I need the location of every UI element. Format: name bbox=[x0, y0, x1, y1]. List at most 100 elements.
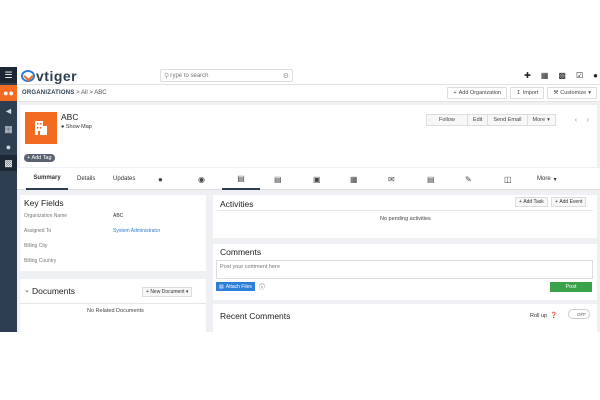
plus-icon: + bbox=[453, 90, 457, 96]
organization-name-value[interactable]: ABC bbox=[113, 213, 123, 219]
menu-icon[interactable]: ☰ bbox=[0, 67, 17, 83]
clipboard-tab-icon[interactable]: ▤ bbox=[427, 168, 435, 190]
recent-comments-title: Recent Comments bbox=[220, 311, 291, 321]
field-label: Billing Country bbox=[24, 258, 57, 264]
organization-icon bbox=[25, 112, 57, 144]
next-record-icon[interactable]: › bbox=[586, 115, 589, 124]
rollup-control: Roll up ❓ bbox=[530, 312, 558, 320]
top-icons: ✚ ▦ ▩ ☑ ● bbox=[524, 71, 598, 80]
add-organization-button[interactable]: + Add Organization bbox=[447, 87, 508, 99]
tab-updates[interactable]: Updates bbox=[113, 168, 135, 190]
comment-textarea[interactable] bbox=[216, 260, 593, 279]
advanced-search-icon[interactable]: ⚙ bbox=[283, 72, 289, 80]
divider bbox=[20, 303, 206, 304]
rollup-label: Roll up bbox=[530, 312, 548, 319]
building-icon bbox=[35, 121, 47, 135]
quote-tab-icon[interactable]: ▤ bbox=[274, 168, 282, 190]
invoice-tab-icon[interactable]: ▣ bbox=[313, 168, 321, 190]
vtiger-logo[interactable]: vtiger bbox=[21, 68, 77, 84]
calendar-tab-icon[interactable]: ▦ bbox=[350, 168, 358, 190]
breadcrumb-record: ABC bbox=[94, 90, 107, 96]
show-map-link[interactable]: ● Show Map bbox=[61, 124, 92, 130]
customize-button[interactable]: ⚒ Customize ▾ bbox=[547, 87, 597, 99]
record-header: ABC ● Show Map + Add Tag Follow Edit Sen… bbox=[20, 105, 597, 167]
add-event-label: Add Event bbox=[559, 199, 583, 205]
key-fields-title: Key Fields bbox=[24, 198, 64, 208]
record-pager: ‹ › bbox=[575, 115, 589, 124]
more-actions-button[interactable]: More ▾ bbox=[526, 114, 556, 126]
top-bar: vtiger ⚲ ⚙ ✚ ▦ ▩ ☑ ● bbox=[17, 67, 600, 85]
new-document-button[interactable]: + New Document ▾ bbox=[142, 287, 193, 297]
breadcrumb-all[interactable]: All bbox=[81, 90, 88, 96]
email-tab-icon[interactable]: ✉ bbox=[388, 168, 395, 190]
plus-icon[interactable]: ✚ bbox=[524, 71, 531, 80]
collapse-chevron-icon[interactable]: ⌄ bbox=[24, 286, 30, 294]
paperclip-icon: ▤ bbox=[219, 283, 224, 290]
no-activities-message: No pending activities bbox=[380, 216, 431, 222]
calendar-icon[interactable]: ▦ bbox=[541, 71, 549, 80]
follow-button[interactable]: Follow bbox=[426, 114, 468, 126]
global-search[interactable]: ⚲ ⚙ bbox=[160, 69, 293, 82]
attach-files-button[interactable]: ▤ Attach Files bbox=[216, 282, 255, 291]
tab-summary[interactable]: Summary bbox=[26, 168, 68, 190]
caret-down-icon: ▾ bbox=[184, 289, 189, 295]
post-comment-button[interactable]: Post bbox=[550, 282, 592, 292]
customize-label: Customize bbox=[560, 90, 587, 96]
header-buttons: + Add Organization ↧ Import ⚒ Customize ▾ bbox=[447, 87, 597, 99]
info-icon[interactable]: ⓘ bbox=[259, 282, 265, 291]
id-card-icon[interactable]: ▦ bbox=[0, 121, 17, 137]
comments-panel: Comments ▤Attach Files ⓘ Post bbox=[213, 244, 597, 300]
breadcrumb-separator: > bbox=[76, 90, 80, 96]
help-icon[interactable]: ❓ bbox=[550, 312, 557, 319]
app-window: ☰ ●● ◄ ▦ ● ▩ vtiger ⚲ ⚙ ✚ ▦ ▩ ☑ ● ORGANI… bbox=[0, 67, 600, 332]
breadcrumb-module[interactable]: ORGANIZATIONS bbox=[22, 90, 75, 96]
attach-files-label: Attach Files bbox=[225, 283, 252, 290]
show-map-label: Show Map bbox=[65, 124, 92, 130]
money-bag-tab-icon[interactable]: ◉ bbox=[198, 168, 205, 190]
add-task-button[interactable]: + Add Task bbox=[515, 197, 548, 207]
rollup-toggle[interactable]: OFF bbox=[568, 309, 590, 319]
add-tag-label: Add Tag bbox=[31, 155, 52, 161]
add-event-button[interactable]: + Add Event bbox=[551, 197, 587, 207]
comments-title: Comments bbox=[220, 247, 262, 257]
field-label: Assigned To bbox=[24, 228, 52, 234]
recent-comments-panel: Recent Comments Roll up ❓ OFF bbox=[213, 304, 597, 332]
add-task-label: Add Task bbox=[523, 199, 544, 205]
building-icon[interactable]: ▩ bbox=[0, 155, 17, 171]
no-documents-message: No Related Documents bbox=[87, 308, 144, 314]
tab-details[interactable]: Details bbox=[77, 168, 95, 190]
contacts-tab-icon[interactable]: ● bbox=[158, 168, 163, 190]
user-icon[interactable]: ● bbox=[593, 71, 598, 80]
download-icon: ↧ bbox=[516, 90, 521, 96]
notes-tab-icon[interactable]: ✎ bbox=[465, 168, 472, 190]
wrench-icon: ⚒ bbox=[553, 90, 559, 96]
plus-icon: + bbox=[27, 155, 31, 161]
logo-mark-icon bbox=[21, 70, 35, 82]
breadcrumb-bar: ORGANIZATIONS > All > ABC + Add Organizat… bbox=[17, 85, 600, 102]
tab-more-label: More bbox=[537, 176, 551, 182]
contacts-group-icon[interactable]: ●● bbox=[0, 85, 17, 101]
previous-record-icon[interactable]: ‹ bbox=[575, 115, 578, 124]
add-tag-button[interactable]: + Add Tag bbox=[24, 154, 55, 162]
related-tabs: Summary Details Updates ● ◉ ▤ ▤ ▣ ▦ ✉ ▤ … bbox=[17, 168, 600, 190]
import-button[interactable]: ↧ Import bbox=[510, 87, 545, 99]
search-input[interactable] bbox=[169, 70, 283, 81]
document-tab-icon[interactable]: ▤ bbox=[222, 168, 260, 190]
send-email-button[interactable]: Send Email bbox=[487, 114, 528, 126]
activities-title: Activities bbox=[220, 199, 254, 209]
tab-more[interactable]: More ▾ bbox=[537, 168, 557, 190]
more-actions-label: More bbox=[532, 117, 546, 123]
chart-icon[interactable]: ▩ bbox=[558, 71, 566, 80]
megaphone-icon[interactable]: ◄ bbox=[0, 103, 17, 119]
assigned-to-value[interactable]: System Administrator bbox=[113, 228, 160, 234]
key-fields-panel: Key Fields Organization Name ABC Assigne… bbox=[20, 195, 206, 271]
breadcrumb: ORGANIZATIONS > All > ABC bbox=[22, 90, 107, 96]
box-tab-icon[interactable]: ◫ bbox=[504, 168, 512, 190]
map-marker-icon: ● bbox=[61, 124, 65, 130]
documents-title: Documents bbox=[32, 286, 75, 296]
person-icon[interactable]: ● bbox=[0, 139, 17, 155]
edit-button[interactable]: Edit bbox=[466, 114, 489, 126]
tasks-icon[interactable]: ☑ bbox=[576, 71, 583, 80]
field-label: Organization Name bbox=[24, 213, 68, 219]
documents-panel: ⌄ Documents + New Document ▾ No Related … bbox=[20, 279, 206, 332]
